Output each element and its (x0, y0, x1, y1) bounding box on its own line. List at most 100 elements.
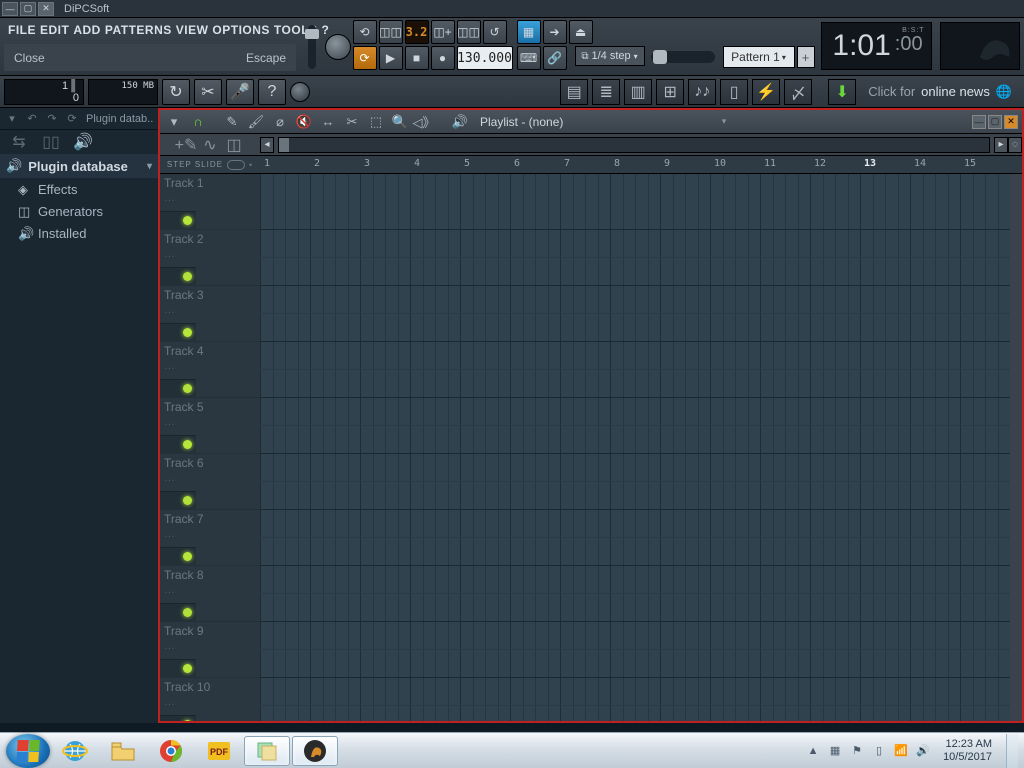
track-header[interactable]: Track 5… (160, 398, 260, 454)
aux-knob[interactable] (290, 82, 310, 102)
track-mute-button[interactable] (160, 547, 196, 565)
tray-volume-icon[interactable]: 🔊 (915, 743, 931, 759)
pattern-add-button[interactable]: + (797, 46, 815, 68)
tree-item-effects[interactable]: ◈Effects (0, 178, 158, 200)
taskbar-pdf-icon[interactable]: PDF (196, 736, 242, 766)
track-mute-button[interactable] (160, 379, 196, 397)
tray-up-icon[interactable]: ▲ (805, 743, 821, 759)
menu-patterns[interactable]: PATTERNS (105, 23, 172, 37)
taskbar-flstudio-icon[interactable] (292, 736, 338, 766)
slide-toggle[interactable] (227, 160, 245, 170)
link-button[interactable]: 🔗 (543, 46, 567, 70)
track-header[interactable]: Track 3… (160, 286, 260, 342)
add-marker-icon[interactable]: +✎ (176, 136, 196, 154)
view-playlist-button[interactable]: ▤ (560, 79, 588, 105)
track-header[interactable]: Track 1… (160, 174, 260, 230)
close-button[interactable]: ✕ (38, 2, 54, 16)
view-mixer-button[interactable]: ♪♪ (688, 79, 716, 105)
track-mute-button[interactable] (160, 603, 196, 621)
songmode-button[interactable]: ⟳ (353, 46, 377, 70)
plugin-picker-button[interactable]: ⚡ (752, 79, 780, 105)
playlist-max-button[interactable]: ▢ (988, 115, 1002, 129)
track-header[interactable]: Track 4… (160, 342, 260, 398)
snap-select[interactable]: ⧉ 1/4 step ▾ (575, 46, 645, 66)
paint-tool-icon[interactable]: 🖌 (246, 113, 266, 131)
tempo-display[interactable]: 130.000 (457, 46, 513, 70)
chevron-down-icon[interactable]: ▾ (722, 116, 727, 127)
browser-reload-icon[interactable]: ⟳ (64, 111, 80, 127)
main-time-display[interactable]: B:S:T 1:01 :00 (821, 22, 932, 70)
erase-tool-icon[interactable]: ⌀ (270, 113, 290, 131)
menu-add[interactable]: ADD (73, 23, 101, 37)
track-mute-button[interactable] (160, 323, 196, 341)
browser-back-icon[interactable]: ↶ (24, 111, 40, 127)
tree-item-generators[interactable]: ◫Generators (0, 200, 158, 222)
playlist-min-button[interactable]: — (972, 115, 986, 129)
menu-file[interactable]: FILE (8, 23, 36, 37)
taskbar-explorer-icon[interactable] (100, 736, 146, 766)
browser-menu-icon[interactable]: ▾ (4, 111, 20, 127)
track-mute-button[interactable] (160, 659, 196, 677)
pattern-slider[interactable] (651, 51, 715, 63)
countdown-button[interactable]: ◫+ (431, 20, 455, 44)
loop-record-button[interactable]: ↺ (483, 20, 507, 44)
taskbar-ie-icon[interactable] (52, 736, 98, 766)
scroll-left-button[interactable]: ◂ (260, 137, 274, 153)
view-stepseq-button[interactable]: ≣ (592, 79, 620, 105)
taskbar-chrome-icon[interactable] (148, 736, 194, 766)
download-icon[interactable]: ⬇ (828, 79, 856, 105)
news-link[interactable]: Click for online news 🌐 (860, 79, 1020, 105)
tray-flag-icon[interactable]: ⚑ (849, 743, 865, 759)
link-icon[interactable]: ∿ (200, 136, 220, 154)
scroll-right-button[interactable]: ▸ (994, 137, 1008, 153)
metronome-button[interactable]: ◫◫ (379, 20, 403, 44)
track-header[interactable]: Track 2… (160, 230, 260, 286)
playlist-titlebar[interactable]: ▾ ∩ ✎ 🖌 ⌀ 🔇 ↔ ✂ ⬚ 🔍 ◁》 🔊 Playlist - (non… (160, 110, 1022, 134)
menu-options[interactable]: OPTIONS (212, 23, 270, 37)
playlist-close-button[interactable]: ✕ (1004, 115, 1018, 129)
track-header[interactable]: Track 7… (160, 510, 260, 566)
browser-collapse-icon[interactable]: ⇆ (8, 133, 30, 151)
pattern-select[interactable]: Pattern 1▾ (723, 46, 795, 68)
playlist-grid[interactable] (260, 174, 1022, 721)
main-volume-knob[interactable] (325, 34, 351, 60)
time-signature-lcd[interactable]: 3.2 (405, 20, 429, 44)
track-mute-button[interactable] (160, 715, 196, 721)
view-channelrack-button[interactable]: ▯ (720, 79, 748, 105)
pitch-slider[interactable] (308, 25, 316, 69)
show-desktop-button[interactable] (1006, 734, 1018, 768)
slip-tool-icon[interactable]: ↔ (318, 113, 338, 131)
browser-speaker-icon[interactable]: 🔊 (72, 133, 94, 151)
wait-input-button[interactable]: ⏏ (569, 20, 593, 44)
stop-button[interactable]: ■ (405, 46, 429, 70)
mute-tool-icon[interactable]: 🔇 (294, 113, 314, 131)
track-header[interactable]: Track 6… (160, 454, 260, 510)
select-tool-icon[interactable]: ⬚ (366, 113, 386, 131)
automation-icon[interactable]: ◫ (224, 136, 244, 154)
pat-song-toggle[interactable]: ⟲ (353, 20, 377, 44)
tree-item-installed[interactable]: 🔊Installed (0, 222, 158, 244)
view-pianoroll-button[interactable]: ▥ (624, 79, 652, 105)
undo-button[interactable]: ↻ (162, 79, 190, 105)
track-mute-button[interactable] (160, 267, 196, 285)
zoom-fit-button[interactable]: ◌ (1008, 137, 1022, 153)
draw-tool-icon[interactable]: ✎ (222, 113, 242, 131)
vertical-scrollbar[interactable] (1010, 174, 1022, 721)
tray-battery-icon[interactable]: ▯ (871, 743, 887, 759)
sample-button[interactable]: 🎤 (226, 79, 254, 105)
playback-tool-icon[interactable]: ◁》 (414, 113, 434, 131)
maximize-button[interactable]: ▢ (20, 2, 36, 16)
browser-root[interactable]: 🔊 Plugin database ▾ (0, 154, 158, 178)
taskbar-clock[interactable]: 12:23 AM 10/5/2017 (937, 738, 998, 764)
track-mute-button[interactable] (160, 491, 196, 509)
taskbar-notes-icon[interactable] (244, 736, 290, 766)
tray-network-icon[interactable]: 📶 (893, 743, 909, 759)
help-button[interactable]: ? (258, 79, 286, 105)
zoom-tool-icon[interactable]: 🔍 (390, 113, 410, 131)
view-browser-button[interactable]: ⊞ (656, 79, 684, 105)
playlist-ruler[interactable]: STEP SLIDE • 123456789101112131415 (160, 156, 1022, 174)
close-panels-button[interactable]: 〆 (784, 79, 812, 105)
blend-mode-button[interactable]: ▦ (517, 20, 541, 44)
track-mute-button[interactable] (160, 211, 196, 229)
menu-edit[interactable]: EDIT (40, 23, 69, 37)
